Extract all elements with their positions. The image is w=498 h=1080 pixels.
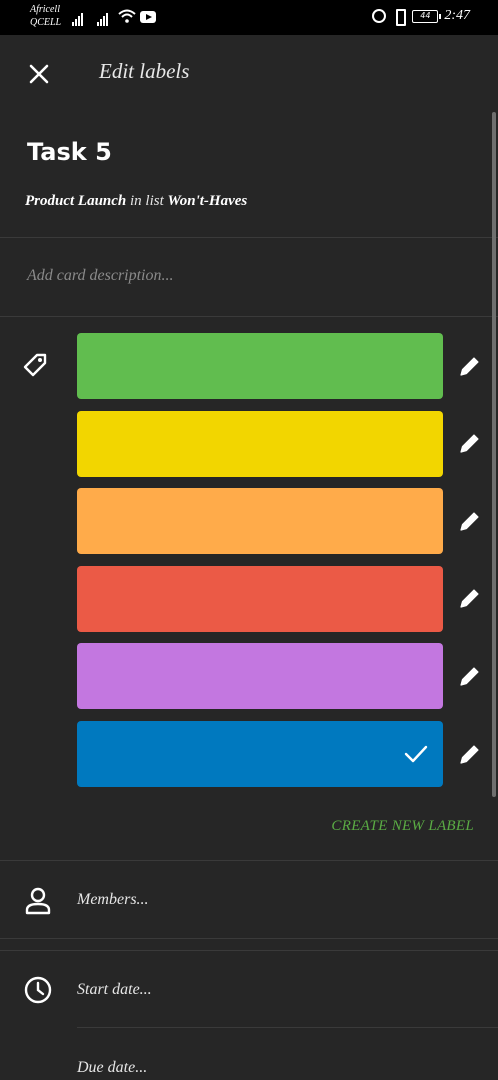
check-icon xyxy=(404,745,428,763)
label-yellow[interactable] xyxy=(77,411,443,477)
pencil-icon xyxy=(460,667,479,686)
pencil-icon xyxy=(460,745,479,764)
battery-icon: 44 xyxy=(412,9,442,23)
pencil-icon xyxy=(460,434,479,453)
in-list-text: in list xyxy=(130,193,164,209)
list-name: Won't-Haves xyxy=(167,193,248,209)
pencil-icon xyxy=(460,589,479,608)
divider xyxy=(0,237,498,238)
signal-icons xyxy=(72,10,108,26)
app-header: Edit labels xyxy=(0,35,498,115)
divider xyxy=(0,938,498,939)
wifi-icon xyxy=(118,9,136,23)
divider xyxy=(0,950,498,951)
edit-label-button[interactable] xyxy=(457,663,483,689)
divider xyxy=(0,860,498,861)
create-new-label-button[interactable]: CREATE NEW LABEL xyxy=(331,818,474,835)
edit-label-button[interactable] xyxy=(457,585,483,611)
clock-icon xyxy=(24,976,52,1004)
label-green[interactable] xyxy=(77,333,443,399)
label-orange[interactable] xyxy=(77,488,443,554)
pencil-icon xyxy=(460,512,479,531)
carrier-name: Africell QCELL xyxy=(30,3,61,29)
signal-icon xyxy=(72,12,83,26)
scrollbar[interactable] xyxy=(492,112,496,797)
card-location: Product Launch in list Won't-Haves xyxy=(25,193,247,210)
carrier-line-1: Africell xyxy=(30,4,60,15)
status-bar: Africell QCELL 44 2:47 xyxy=(0,0,498,35)
edit-label-button[interactable] xyxy=(457,430,483,456)
divider xyxy=(77,1027,498,1028)
label-red[interactable] xyxy=(77,566,443,632)
tag-icon xyxy=(23,353,47,377)
due-date-input[interactable]: Due date... xyxy=(77,1059,147,1077)
label-purple[interactable] xyxy=(77,643,443,709)
page-title: Edit labels xyxy=(99,59,190,83)
carrier-line-2: QCELL xyxy=(30,17,62,28)
person-icon xyxy=(25,887,51,915)
close-icon xyxy=(29,64,49,84)
edit-label-button[interactable] xyxy=(457,508,483,534)
signal-icon xyxy=(97,12,108,26)
card-description-input[interactable]: Add card description... xyxy=(27,267,174,285)
label-blue[interactable] xyxy=(77,721,443,787)
vibrate-icon xyxy=(392,8,407,26)
edit-label-button[interactable] xyxy=(457,353,483,379)
divider xyxy=(0,316,498,317)
pencil-icon xyxy=(460,357,479,376)
card-title[interactable]: Task 5 xyxy=(27,138,112,166)
status-right: 44 2:47 xyxy=(372,8,470,26)
edit-label-button[interactable] xyxy=(457,741,483,767)
board-name: Product Launch xyxy=(25,193,127,209)
alarm-icon xyxy=(372,9,387,23)
start-date-input[interactable]: Start date... xyxy=(77,981,152,999)
clock: 2:47 xyxy=(444,8,470,23)
close-button[interactable] xyxy=(22,57,56,91)
youtube-icon xyxy=(140,11,156,23)
members-input[interactable]: Members... xyxy=(77,891,149,909)
